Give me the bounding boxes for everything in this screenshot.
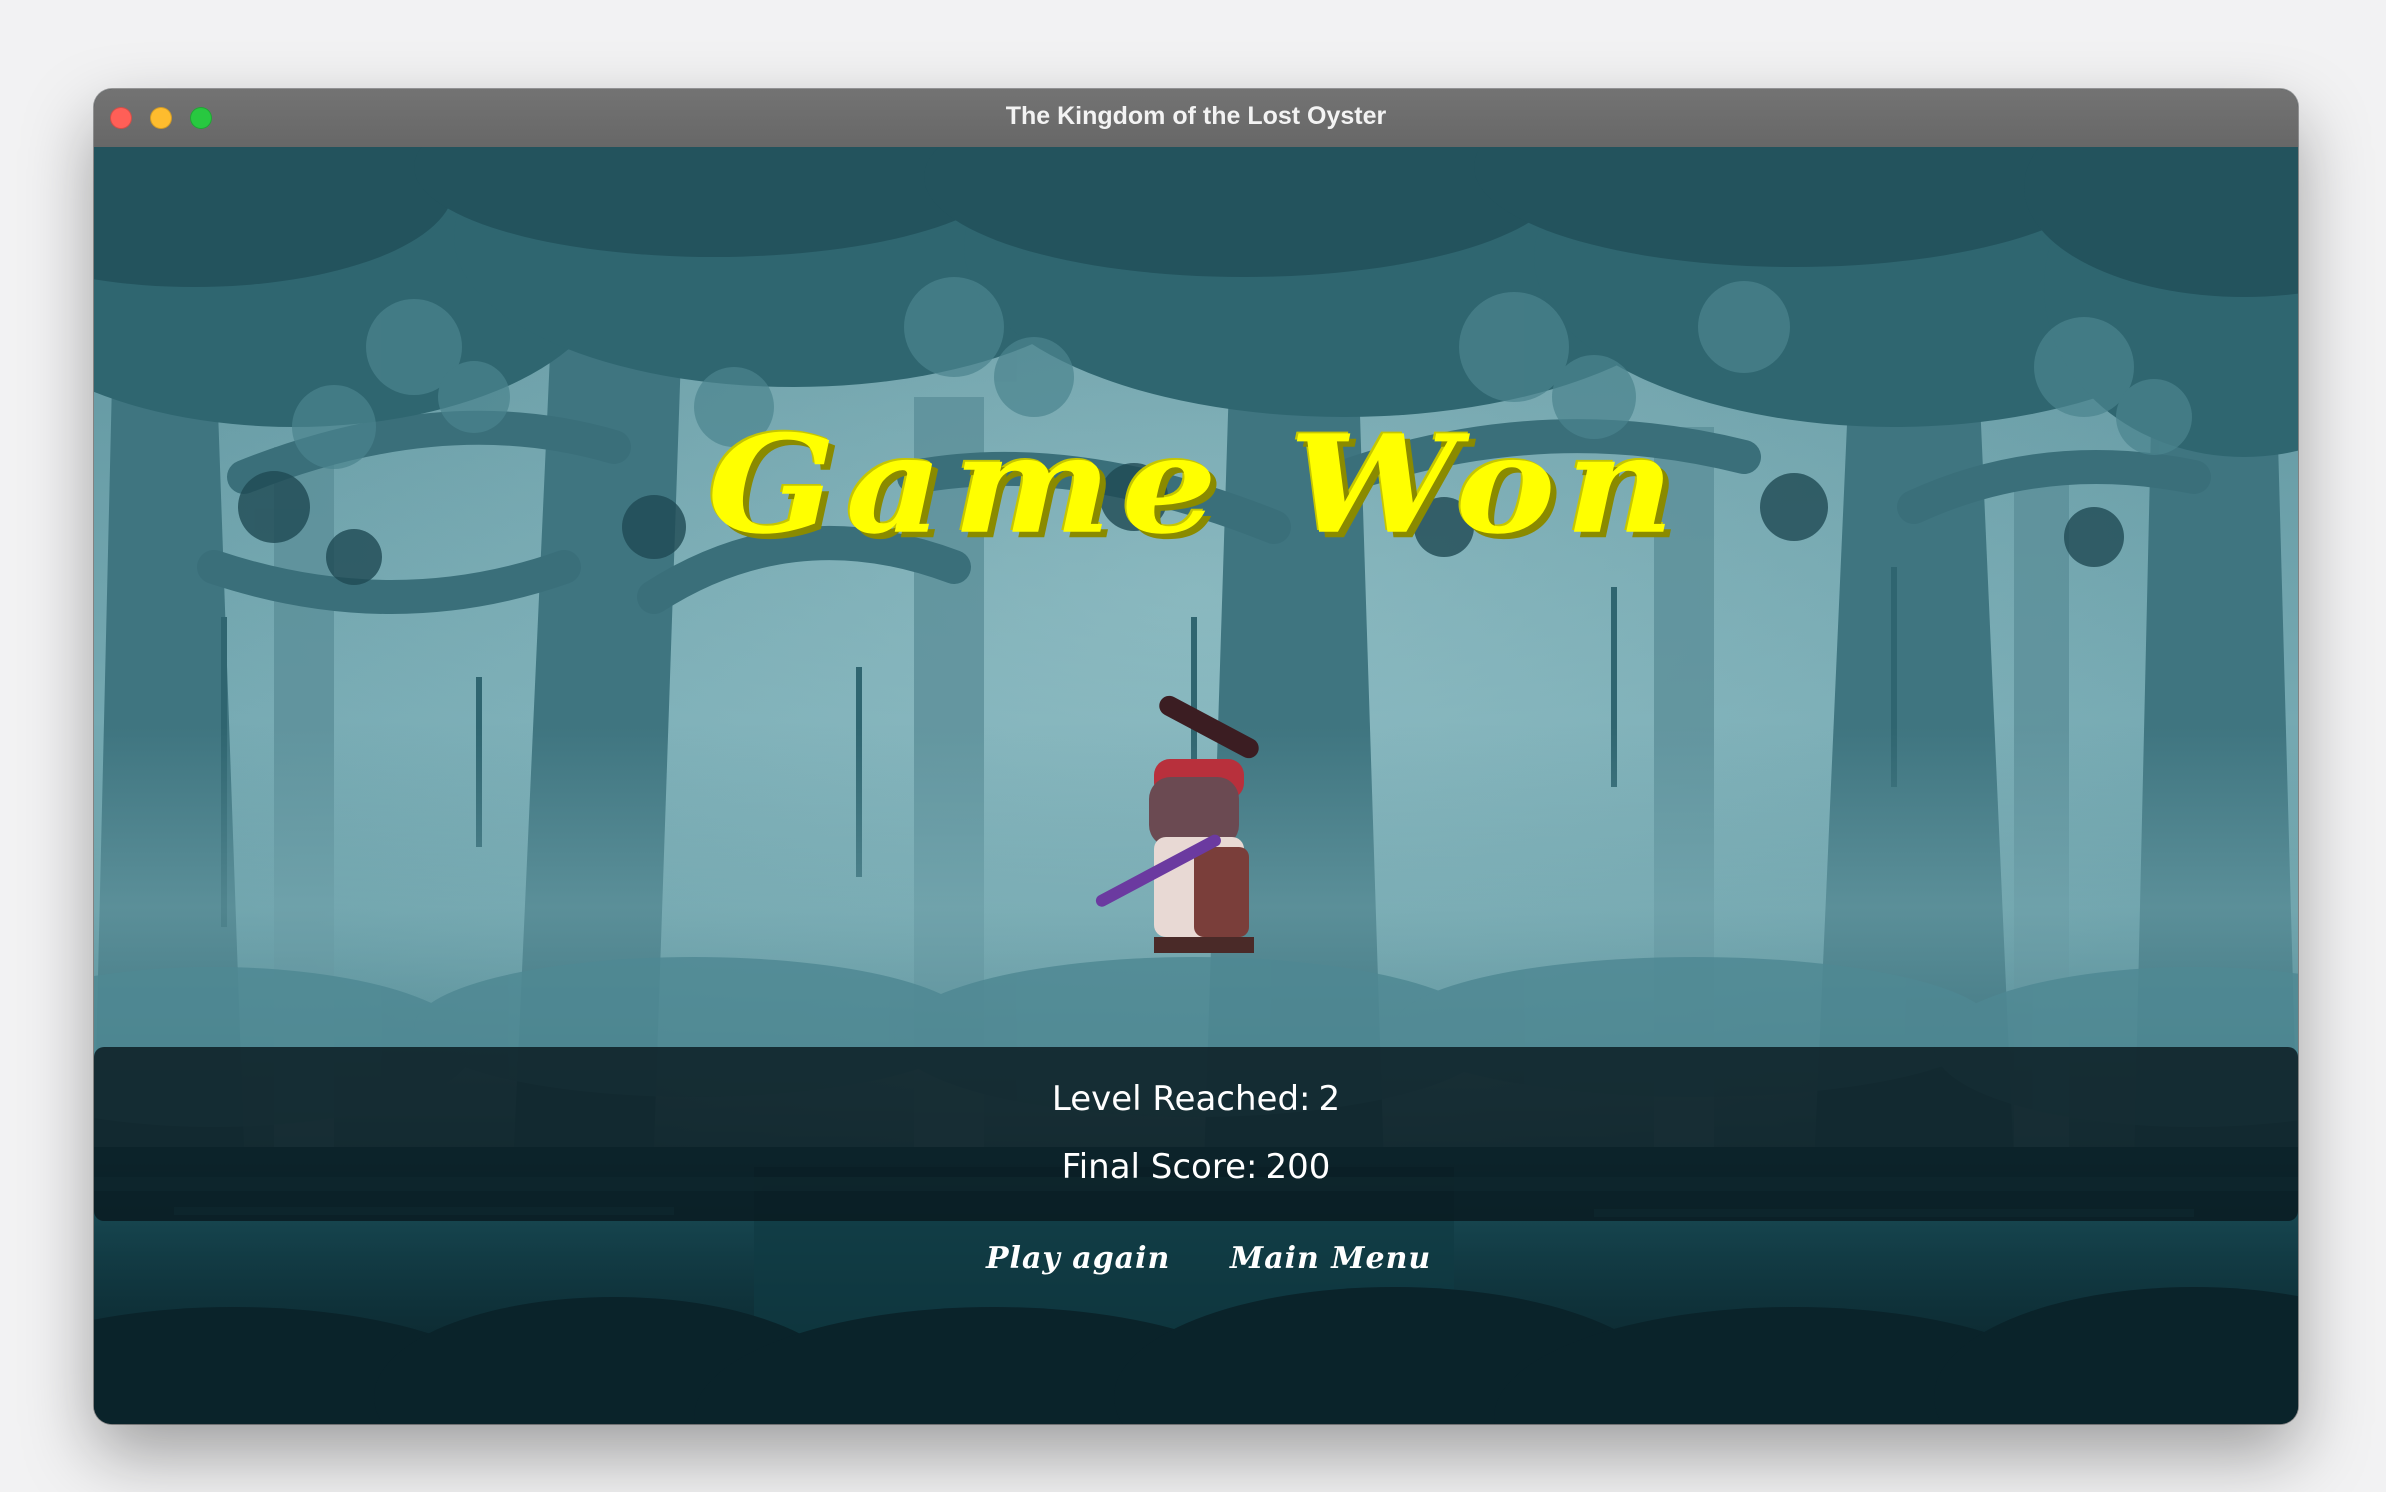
window-title: The Kingdom of the Lost Oyster [1005,102,1387,130]
final-score-row: Final Score: 200 [94,1147,2298,1187]
game-window: The Kingdom of the Lost Oyster Game Won … [94,89,2298,1424]
level-reached-label: Level Reached: [1051,1079,1311,1119]
game-scene: Game Won Level Reached: 2 Final Score: 200… [94,147,2298,1424]
main-menu-button[interactable]: Main Menu [1230,1241,1431,1276]
final-score-label: Final Score: [1061,1147,1258,1187]
stats-panel: Level Reached: 2 Final Score: 200 [94,1047,2298,1221]
title-bar: The Kingdom of the Lost Oyster [94,89,2298,148]
play-again-button[interactable]: Play again [986,1241,1170,1276]
forest-background [94,147,2298,1424]
level-reached-row: Level Reached: 2 [94,1079,2298,1119]
final-score-value: 200 [1265,1147,1331,1187]
game-won-title: Game Won [707,405,1685,565]
level-reached-value: 2 [1318,1079,1341,1119]
